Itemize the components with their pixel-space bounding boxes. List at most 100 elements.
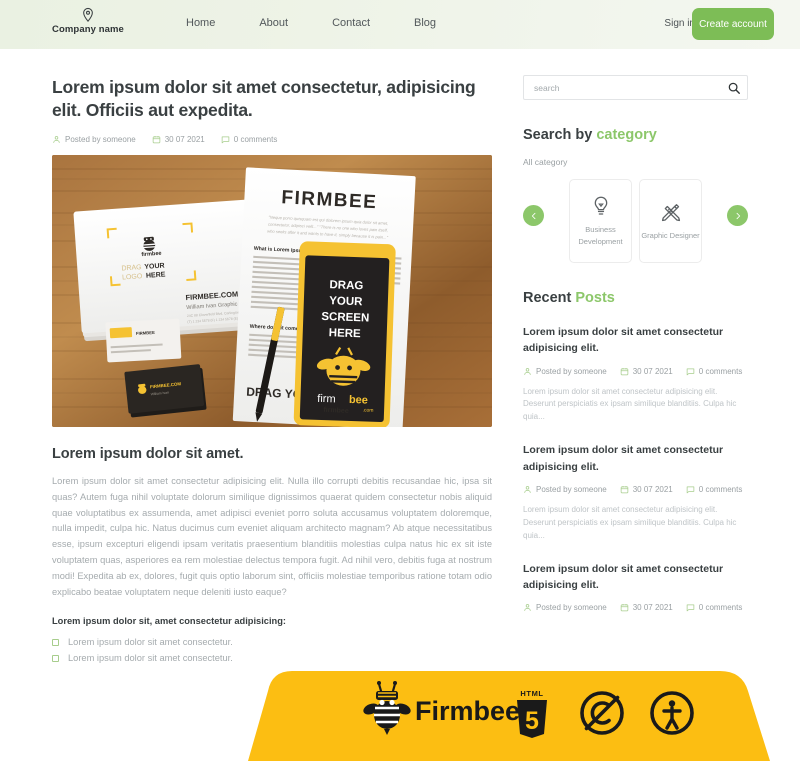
page-root: Company name Home About Contact Blog Sig… [0,0,800,761]
article-checklist: Lorem ipsum dolor sit amet consectetur. … [52,637,492,663]
html5-badge-icon: HTML 5 [517,689,547,738]
meta-date: 30 07 2021 [620,367,673,376]
all-category-label[interactable]: All category [523,157,748,167]
svg-text:HERE: HERE [329,327,362,340]
category-card-label: Business Development [578,225,623,246]
svg-text:DRAG YO: DRAG YO [246,384,302,401]
recent-posts-accent: Posts [575,290,615,306]
meta-comments: 0 comments [686,603,743,613]
list-item: Lorem ipsum dolor sit amet consectetur. [52,637,492,647]
meta-author: Posted by someone [523,603,607,612]
recent-post-title: Lorem ipsum dolor sit amet consectetur a… [523,562,724,592]
recent-post-excerpt: Lorem ipsum dolor sit amet consectetur a… [523,504,737,540]
location-pin-icon [83,7,93,23]
svg-text:HERE: HERE [146,271,166,279]
sign-in-link[interactable]: Sign in [664,18,695,29]
recent-post-meta: Posted by someone 30 07 2021 0 comments [523,603,748,612]
main-article: Lorem ipsum dolor sit amet consectetur, … [52,76,492,669]
meta-author-text: Posted by someone [536,603,607,613]
recent-post-title: Lorem ipsum dolor sit amet consectetur a… [523,444,724,473]
category-card-label: Graphic Designer [641,230,700,240]
site-footer: Firmbee HTML 5 [0,671,800,761]
search-input[interactable] [524,76,747,99]
chevron-left-icon [531,212,535,219]
meta-date-text: 30 07 2021 [632,603,673,613]
svg-text:firm: firm [317,392,336,405]
carousel-next-button[interactable] [727,205,748,226]
checkbox-icon[interactable] [52,654,59,662]
meta-author-text: Posted by someone [65,134,136,144]
recent-post-meta: Posted by someone 30 07 2021 0 comments [523,367,748,376]
user-icon [524,486,531,493]
meta-date-text: 30 07 2021 [632,366,673,376]
meta-comments: 0 comments [686,366,743,376]
recent-post-item[interactable]: Lorem ipsum dolor sit amet consectetur a… [523,324,748,424]
hero-illustration: firmbee DRAG YOUR LOGO HERE FIRMBEE.COM … [52,154,492,427]
meta-date-text: 30 07 2021 [632,484,673,494]
meta-comments-text: 0 comments [698,603,743,613]
lightbulb-icon [594,196,607,215]
recent-post-item[interactable]: Lorem ipsum dolor sit amet consectetur a… [523,442,748,542]
brand-logo[interactable]: Company name [52,7,124,35]
svg-text:.com: .com [363,407,374,413]
list-item-label: Lorem ipsum dolor sit amet consectetur. [68,637,233,648]
list-item: Lorem ipsum dolor sit amet consectetur. [52,653,492,663]
article-body: Lorem ipsum dolor sit amet consectetur a… [52,475,492,598]
svg-text:firmbee: firmbee [323,406,349,414]
search-icon [728,82,740,94]
nav-item-blog[interactable]: Blog [414,17,436,29]
meta-date: 30 07 2021 [620,485,673,494]
svg-text:LOGO: LOGO [122,273,143,281]
svg-text:bee: bee [349,393,368,406]
meta-date: 30 07 2021 [152,135,205,144]
recent-posts-heading: Recent Posts [523,290,748,306]
comment-icon [221,136,230,143]
site-header: Company name Home About Contact Blog Sig… [0,0,800,49]
carousel-prev-button[interactable] [523,205,544,226]
category-card-business-development[interactable]: Business Development [569,179,632,263]
recent-post-title: Lorem ipsum dolor sit amet consectetur a… [523,326,724,355]
recent-post-item[interactable]: Lorem ipsum dolor sit amet consectetur a… [523,561,748,613]
search-button[interactable] [727,81,741,95]
svg-text:HTML: HTML [520,689,543,698]
nav-item-contact[interactable]: Contact [332,17,370,29]
list-item-label: Lorem ipsum dolor sit amet consectetur. [68,653,233,664]
brand-name: Company name [52,24,124,35]
meta-date: 30 07 2021 [620,603,673,612]
meta-author: Posted by someone [523,485,607,494]
svg-text:DRAG: DRAG [329,279,363,292]
article-sub-heading: Lorem ipsum dolor sit, amet consectetur … [52,616,287,627]
svg-text:YOUR: YOUR [144,262,165,270]
meta-author-text: Posted by someone [536,484,607,494]
category-carousel: Business Development Graphic Designer [523,179,748,263]
post-title: Lorem ipsum dolor sit amet consectetur, … [52,77,476,121]
article-section-title: Lorem ipsum dolor sit amet. [52,445,244,462]
post-meta: Posted by someone 30 07 2021 0 comments [52,135,492,144]
meta-author: Posted by someone [523,367,607,376]
meta-comments-text: 0 comments [698,366,743,376]
svg-text:5: 5 [525,707,539,735]
nav-item-about[interactable]: About [259,17,288,29]
meta-comments: 0 comments [686,484,743,494]
meta-comments-text: 0 comments [698,484,743,494]
user-icon [524,604,531,612]
user-icon [53,135,60,143]
sidebar: Search by category All category Business… [523,75,748,612]
search-by-category-plain: Search by [523,127,597,143]
category-card-graphic-designer[interactable]: Graphic Designer [639,179,702,263]
calendar-icon [620,367,628,375]
recent-post-meta: Posted by someone 30 07 2021 0 comments [523,485,748,494]
calendar-icon [620,604,628,612]
pencil-ruler-icon [661,203,680,221]
recent-post-excerpt: Lorem ipsum dolor sit amet consectetur a… [523,386,737,422]
post-hero-image: firmbee DRAG YOUR LOGO HERE FIRMBEE.COM … [52,154,492,427]
checkbox-icon[interactable] [52,638,59,646]
svg-text:DRAG: DRAG [121,264,142,272]
comment-icon [686,368,695,375]
create-account-button[interactable]: Create account [692,8,774,40]
comment-icon [686,486,695,494]
svg-text:FIRMBEE: FIRMBEE [136,329,155,335]
nav-item-home[interactable]: Home [186,17,215,29]
svg-text:YOUR: YOUR [329,295,363,308]
meta-date-text: 30 07 2021 [164,134,205,144]
